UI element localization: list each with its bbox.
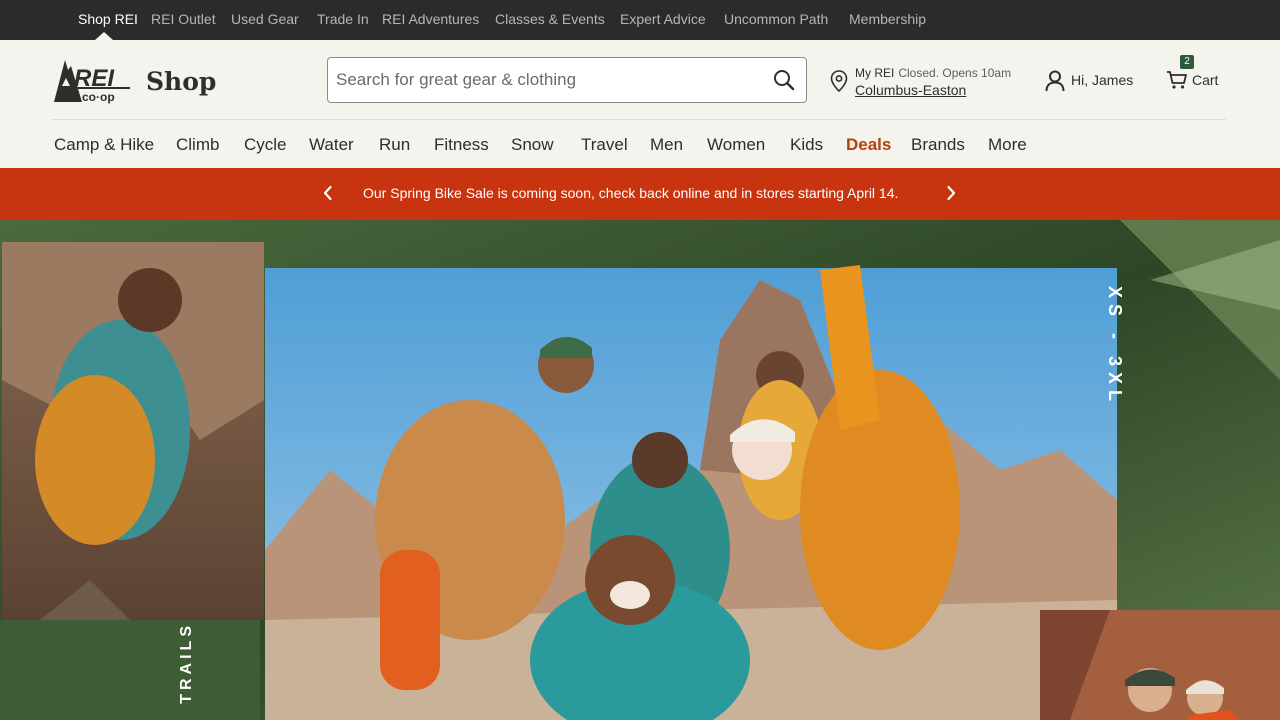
category-run[interactable]: Run (379, 135, 410, 155)
location-pin-icon (830, 70, 848, 92)
site-header: REI co·op Shop My REIClosed. Opens 10am … (0, 40, 1280, 168)
topbar-link-uncommon-path[interactable]: Uncommon Path (724, 11, 828, 27)
category-kids[interactable]: Kids (790, 135, 823, 155)
rei-logo-icon: REI co·op (54, 60, 130, 104)
search-bar (327, 57, 807, 103)
chevron-right-icon (947, 185, 956, 201)
search-icon (774, 70, 795, 91)
header-divider (52, 119, 1226, 120)
my-rei-label: My REI (855, 66, 895, 80)
category-snow[interactable]: Snow (511, 135, 554, 155)
store-hours: Closed. Opens 10am (898, 66, 1012, 80)
shop-title[interactable]: Shop (146, 67, 216, 96)
topbar-link-expert-advice[interactable]: Expert Advice (620, 11, 706, 27)
hero-size-range-text: XS - 3XL (1105, 286, 1125, 408)
category-women[interactable]: Women (707, 135, 765, 155)
svg-text:co·op: co·op (82, 90, 115, 104)
search-input[interactable] (336, 66, 756, 94)
user-icon (1045, 70, 1065, 92)
store-selector[interactable]: My REI Closed. Opens 10am Columbus-Easton (830, 62, 1030, 102)
category-climb[interactable]: Climb (176, 135, 219, 155)
category-camp-hike[interactable]: Camp & Hike (54, 135, 154, 155)
category-brands[interactable]: Brands (911, 135, 965, 155)
promo-message[interactable]: Our Spring Bike Sale is coming soon, che… (363, 185, 898, 201)
topbar-link-rei-outlet[interactable]: REI Outlet (151, 11, 216, 27)
category-cycle[interactable]: Cycle (244, 135, 287, 155)
cart-label: Cart (1192, 72, 1219, 88)
hero-banner[interactable]: XS - 3XL TRAILS (0, 220, 1280, 720)
topbar-link-classes-events[interactable]: Classes & Events (495, 11, 605, 27)
cart-count-badge: 2 (1180, 55, 1194, 69)
utility-bar: Shop REI REI Outlet Used Gear Trade In R… (0, 0, 1280, 40)
category-more[interactable]: More (988, 135, 1027, 155)
category-water[interactable]: Water (309, 135, 354, 155)
topbar-link-used-gear[interactable]: Used Gear (231, 11, 299, 27)
promo-prev-button[interactable] (318, 182, 338, 204)
category-fitness[interactable]: Fitness (434, 135, 489, 155)
store-name-link[interactable]: Columbus-Easton (855, 82, 966, 98)
hero-side-text: TRAILS (178, 622, 195, 704)
topbar-link-shop-rei[interactable]: Shop REI (78, 11, 138, 27)
category-deals[interactable]: Deals (846, 135, 891, 155)
category-men[interactable]: Men (650, 135, 683, 155)
cart-icon (1167, 71, 1187, 89)
store-status: My REI Closed. Opens 10am (855, 66, 1011, 80)
category-travel[interactable]: Travel (581, 135, 628, 155)
topbar-link-trade-in[interactable]: Trade In (317, 11, 369, 27)
search-button[interactable] (772, 68, 796, 92)
active-tab-caret-icon (95, 32, 113, 40)
chevron-left-icon (323, 185, 332, 201)
topbar-link-membership[interactable]: Membership (849, 11, 926, 27)
cart-button[interactable]: 2 Cart (1166, 55, 1228, 94)
rei-logo[interactable]: REI co·op (54, 56, 132, 104)
promo-banner: Our Spring Bike Sale is coming soon, che… (0, 168, 1280, 220)
account-greeting: Hi, James (1071, 72, 1134, 88)
promo-next-button[interactable] (941, 182, 961, 204)
topbar-link-rei-adventures[interactable]: REI Adventures (382, 11, 479, 27)
